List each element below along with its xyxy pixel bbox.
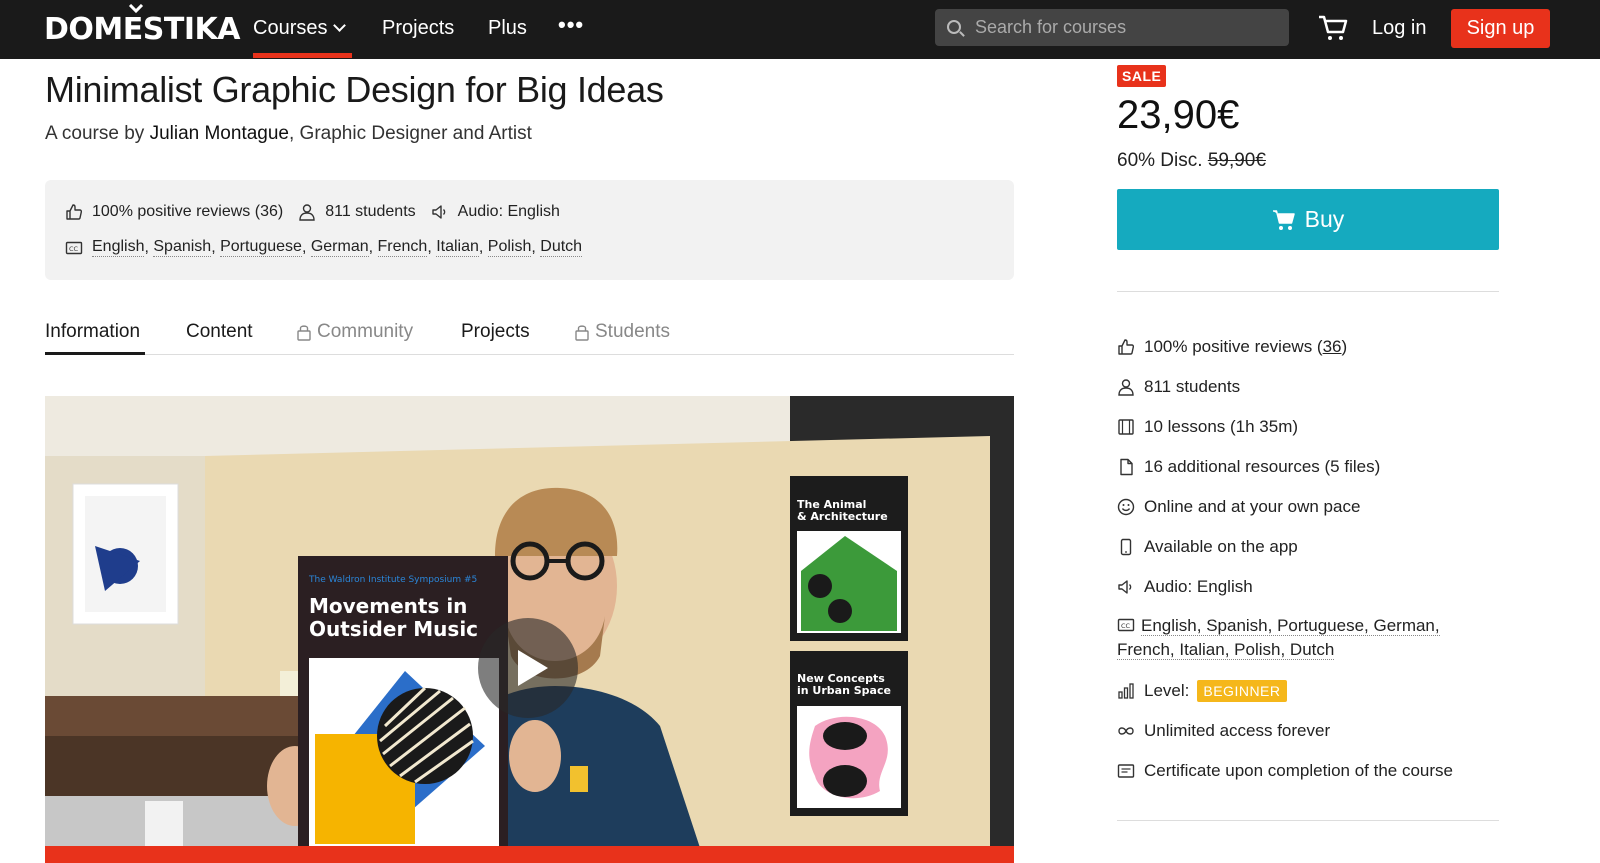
top-navbar: DOMESTIKA Courses Projects Plus ••• Log … (0, 0, 1600, 59)
discount-info: 60% Disc. 59,90€ (1117, 150, 1266, 172)
signup-button[interactable]: Sign up (1451, 9, 1550, 48)
sale-badge: SALE (1117, 65, 1167, 87)
tab-content[interactable]: Content (186, 321, 253, 343)
nav-projects[interactable]: Projects (382, 17, 454, 40)
lock-icon (297, 325, 311, 341)
svg-text:CC: CC (69, 245, 79, 253)
infinity-icon (1118, 727, 1134, 735)
more-menu-icon[interactable]: ••• (558, 12, 584, 38)
course-price: 23,90€ (1117, 93, 1240, 137)
course-title: Minimalist Graphic Design for Big Ideas (45, 69, 664, 110)
feature-level: Level: BEGINNER (1117, 680, 1287, 702)
subtitles-icon: CC (65, 241, 83, 254)
tab-information[interactable]: Information (45, 321, 140, 343)
feature-audio: Audio: English (1117, 577, 1253, 597)
svg-text:CC: CC (1121, 622, 1131, 630)
play-button[interactable] (478, 618, 578, 718)
feature-students: 811 students (1117, 377, 1240, 397)
author-role: , Graphic Designer and Artist (289, 123, 532, 144)
discount-label: 60% Disc. (1117, 150, 1203, 171)
subtitle-lang[interactable]: Dutch (540, 238, 583, 257)
course-tabs: Information Content Community Projects S… (45, 317, 1014, 355)
stat-subtitles: CC English, Spanish, Portuguese, German,… (65, 238, 583, 257)
feature-pace: Online and at your own pace (1117, 497, 1360, 517)
search-icon (947, 20, 961, 34)
thumbs-up-icon (66, 204, 83, 220)
stat-reviews: 100% positive reviews (36) (65, 203, 283, 221)
subtitle-lang[interactable]: Polish (487, 238, 532, 257)
divider (1117, 820, 1499, 821)
subtitle-lang[interactable]: French (377, 238, 428, 257)
stat-audio: Audio: English (431, 203, 560, 221)
level-bars-icon (1118, 683, 1134, 699)
poster3-title-line2: in Urban Space (797, 684, 891, 697)
file-icon (1120, 458, 1133, 476)
subtitle-lang[interactable]: English (92, 238, 145, 257)
certificate-icon (1117, 764, 1135, 778)
feature-lessons: 10 lessons (1h 35m) (1117, 417, 1298, 437)
nav-courses[interactable]: Courses (253, 17, 347, 40)
byline-prefix: A course by (45, 123, 145, 144)
user-icon (1118, 379, 1134, 396)
thumbs-up-icon (1118, 339, 1135, 355)
cart-icon[interactable] (1318, 14, 1348, 42)
tab-projects[interactable]: Projects (461, 321, 530, 343)
level-badge: BEGINNER (1197, 680, 1287, 702)
search-input[interactable] (975, 9, 1275, 46)
poster1-title-line2: Outsider Music (309, 617, 478, 641)
old-price: 59,90€ (1207, 150, 1266, 171)
feature-access: Unlimited access forever (1117, 721, 1330, 741)
nav-plus[interactable]: Plus (488, 17, 527, 40)
course-stats-box: 100% positive reviews (36) 811 students … (45, 180, 1014, 280)
film-icon (1118, 419, 1134, 435)
poster1-series: The Waldron Institute Symposium #5 (308, 575, 477, 585)
poster2-title-line2: & Architecture (797, 510, 888, 523)
user-icon (299, 204, 315, 221)
subtitle-lang[interactable]: Portuguese (220, 238, 302, 257)
tab-community[interactable]: Community (297, 321, 413, 343)
smiley-icon (1117, 498, 1135, 516)
feature-resources: 16 additional resources (5 files) (1117, 457, 1380, 477)
subtitles-icon: CC (1117, 618, 1135, 632)
stat-students: 811 students (298, 203, 416, 221)
speaker-icon (431, 205, 445, 219)
divider (1117, 291, 1499, 292)
reviews-count-link[interactable]: 36 (1323, 337, 1342, 357)
feature-app: Available on the app (1117, 537, 1298, 557)
author-link[interactable]: Julian Montague (150, 123, 289, 144)
phone-icon (1120, 538, 1132, 556)
speaker-icon (1118, 580, 1132, 594)
course-byline: A course by Julian Montague, Graphic Des… (45, 123, 532, 145)
chevron-down-icon (333, 19, 347, 32)
search-bar (935, 9, 1289, 46)
logo-accent-icon (128, 4, 144, 14)
course-video[interactable]: The Waldron Institute Symposium #5 Movem… (45, 396, 1014, 863)
subtitle-lang[interactable]: Spanish (153, 238, 212, 257)
tab-active-indicator (45, 352, 145, 355)
feature-certificate: Certificate upon completion of the cours… (1117, 761, 1453, 781)
domestika-logo[interactable]: DOMESTIKA (44, 4, 240, 47)
lock-icon (575, 325, 589, 341)
subtitle-lang[interactable]: German (310, 238, 369, 257)
feature-languages: CC English, Spanish, Portuguese, German, … (1117, 616, 1440, 660)
nav-active-indicator (253, 53, 352, 58)
tab-students[interactable]: Students (575, 321, 670, 343)
login-link[interactable]: Log in (1372, 17, 1427, 40)
subtitle-lang[interactable]: Italian (436, 238, 479, 257)
buy-button[interactable]: Buy (1117, 189, 1499, 250)
poster1-title-line1: Movements in (309, 594, 467, 618)
feature-reviews: 100% positive reviews (36) (1117, 337, 1347, 357)
cart-icon (1272, 209, 1295, 230)
